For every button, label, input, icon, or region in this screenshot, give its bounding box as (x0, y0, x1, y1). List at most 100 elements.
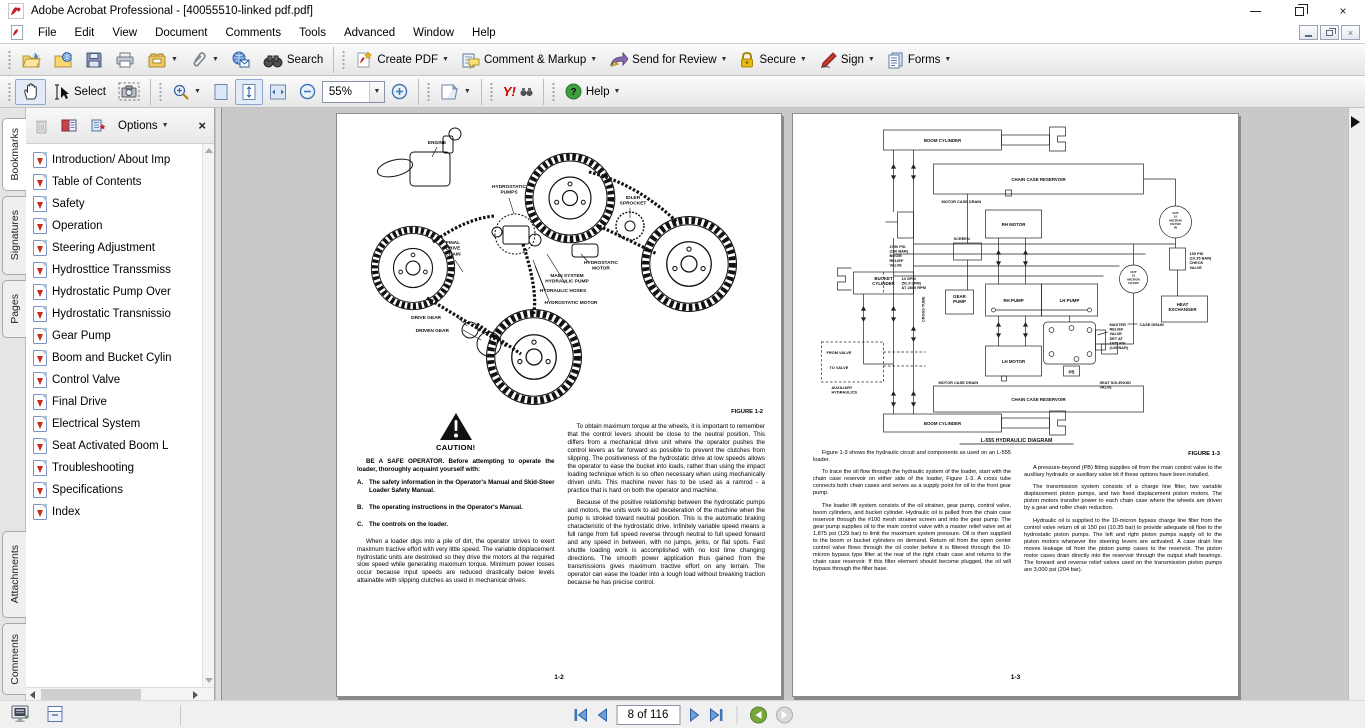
bookmark-item[interactable]: Control Valve (33, 369, 202, 391)
zoom-level-combo[interactable]: 55% ▼ (322, 81, 385, 103)
bookmark-item[interactable]: Troubleshooting (33, 457, 202, 479)
zoom-in-button[interactable] (385, 79, 414, 105)
drive-gear-label: DRIVE GEAR (411, 315, 441, 321)
bookmark-item[interactable]: Seat Activated Boom L (33, 435, 202, 457)
forms-button[interactable]: Forms ▼ (881, 47, 958, 73)
bookmarks-horizontal-scrollbar[interactable] (26, 687, 214, 700)
attach-button[interactable]: ▼ (184, 47, 225, 73)
toolbar-grip[interactable] (341, 49, 346, 71)
bookmark-item[interactable]: Introduction/ About Imp (33, 149, 202, 171)
expand-current-bookmark-icon[interactable] (61, 118, 78, 133)
previous-view-button[interactable] (749, 706, 767, 724)
menu-edit[interactable]: Edit (66, 24, 104, 42)
create-pdf-button[interactable]: Create PDF ▼ (349, 47, 455, 73)
menu-tools[interactable]: Tools (290, 24, 335, 42)
zoom-tool-button[interactable]: ▼ (166, 79, 207, 105)
bookmark-item[interactable]: Hydrostatic Pump Over (33, 281, 202, 303)
sign-button[interactable]: Sign ▼ (813, 47, 881, 73)
mdi-close-button[interactable]: × (1341, 25, 1360, 40)
actual-size-button[interactable] (207, 79, 235, 105)
bookmark-item[interactable]: Electrical System (33, 413, 202, 435)
open-button[interactable] (15, 47, 47, 73)
options-menu-button[interactable]: Options ▼ (118, 120, 169, 132)
save-button[interactable] (79, 47, 109, 73)
tab-attachments[interactable]: Attachments (2, 531, 26, 618)
scroll-up-icon[interactable] (205, 148, 213, 153)
help-button[interactable]: ? Help ▼ (559, 79, 627, 105)
fullscreen-monitor-icon[interactable] (10, 705, 32, 724)
tab-bookmarks[interactable]: Bookmarks (2, 118, 26, 191)
send-for-review-button[interactable]: Send for Review ▼ (603, 47, 733, 73)
zoom-level-value[interactable]: 55% (323, 86, 369, 98)
tab-comments[interactable]: Comments (2, 623, 26, 695)
document-right-scrollbar[interactable] (1348, 108, 1365, 700)
comment-markup-button[interactable]: Comment & Markup ▼ (455, 47, 603, 73)
zoom-combo-dropdown[interactable]: ▼ (369, 82, 384, 102)
yahoo-search-button[interactable]: Y! (497, 79, 539, 105)
bookmark-item[interactable]: Specifications (33, 479, 202, 501)
bookmark-item[interactable]: Index (33, 501, 202, 523)
bookmark-item[interactable]: Operation (33, 215, 202, 237)
next-view-button[interactable] (775, 706, 793, 724)
secure-button[interactable]: Secure ▼ (733, 47, 812, 73)
scroll-down-icon[interactable] (205, 678, 213, 683)
snapshot-button[interactable] (112, 79, 146, 105)
zoom-out-button[interactable] (293, 79, 322, 105)
previous-page-button[interactable] (596, 708, 608, 722)
fit-page-button[interactable] (235, 79, 263, 105)
last-page-button[interactable] (708, 708, 724, 722)
bookmark-item[interactable]: Hydrosttice Transsmiss (33, 259, 202, 281)
search-button[interactable]: Search (257, 47, 329, 73)
print-button[interactable] (109, 47, 141, 73)
toolbar-grip[interactable] (551, 81, 556, 103)
mdi-minimize-button[interactable] (1299, 25, 1318, 40)
next-page-button[interactable] (688, 708, 700, 722)
menu-file[interactable]: File (29, 24, 66, 42)
bookmark-item[interactable]: Steering Adjustment (33, 237, 202, 259)
page-layout-icon[interactable] (46, 705, 64, 724)
bookmark-item[interactable]: Table of Contents (33, 171, 202, 193)
scroll-left-icon[interactable] (30, 691, 35, 699)
toolbar-grip[interactable] (158, 81, 163, 103)
page-number-field[interactable]: 8 of 116 (616, 705, 680, 725)
scrollbar-thumb[interactable] (41, 689, 141, 700)
tab-pages[interactable]: Pages (2, 280, 26, 338)
panel-resize-divider[interactable] (215, 108, 222, 700)
menu-window[interactable]: Window (404, 24, 463, 42)
bookmark-item[interactable]: Final Drive (33, 391, 202, 413)
toolbar-grip[interactable] (7, 49, 12, 71)
menu-view[interactable]: View (103, 24, 146, 42)
delete-bookmark-icon[interactable] (34, 118, 49, 134)
bookmark-label: Hydrosttice Transsmiss (52, 264, 171, 276)
close-panel-button[interactable]: × (198, 118, 206, 133)
scroll-right-icon[interactable] (193, 691, 198, 699)
toolbar-grip[interactable] (7, 81, 12, 103)
toolbar-grip[interactable] (489, 81, 494, 103)
menu-help[interactable]: Help (463, 24, 505, 42)
hand-tool-button[interactable] (15, 79, 46, 105)
expand-pane-arrow-icon[interactable] (1351, 116, 1360, 128)
first-page-button[interactable] (572, 708, 588, 722)
new-bookmark-icon[interactable] (90, 118, 106, 133)
menu-comments[interactable]: Comments (217, 24, 291, 42)
bookmark-item[interactable]: Hydrostatic Transnissio (33, 303, 202, 325)
toolbar-grip[interactable] (426, 81, 431, 103)
page-display-button[interactable]: ▼ (434, 79, 477, 105)
minimize-button[interactable] (1233, 0, 1277, 22)
open-web-button[interactable] (47, 47, 79, 73)
fit-width-icon (269, 83, 287, 101)
close-button[interactable]: × (1321, 0, 1365, 22)
bookmark-item[interactable]: Gear Pump (33, 325, 202, 347)
bookmark-item[interactable]: Safety (33, 193, 202, 215)
email-button[interactable] (225, 47, 257, 73)
menu-document[interactable]: Document (146, 24, 216, 42)
tab-signatures[interactable]: Signatures (2, 196, 26, 275)
bookmark-item[interactable]: Boom and Bucket Cylin (33, 347, 202, 369)
mdi-restore-button[interactable] (1320, 25, 1339, 40)
restore-button[interactable] (1277, 0, 1321, 22)
select-tool-button[interactable]: Select (46, 79, 112, 105)
bookmarks-vertical-scrollbar[interactable] (202, 144, 214, 687)
fit-width-button[interactable] (263, 79, 293, 105)
organizer-button[interactable]: ▼ (141, 47, 184, 73)
menu-advanced[interactable]: Advanced (335, 24, 404, 42)
